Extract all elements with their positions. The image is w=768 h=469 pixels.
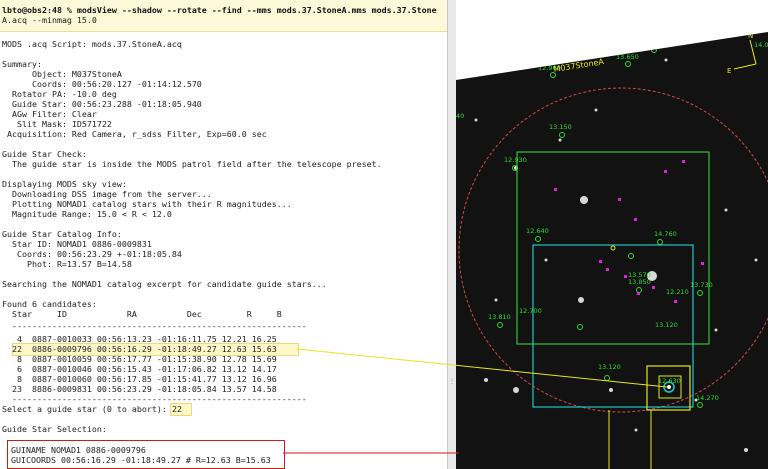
catalog-info-line: Guide Star Catalog Info: [2, 229, 122, 239]
select-prompt: Select a guide star (0 to abort): [2, 404, 172, 414]
summary-line: Rotator PA: -10.0 deg [2, 89, 117, 99]
star [578, 297, 584, 303]
star [558, 138, 562, 142]
selected-guide-star-core [667, 385, 671, 389]
script-line: MODS .acq Script: mods.37.StoneA.acq [2, 39, 182, 49]
mag-label: 13.570 [628, 271, 651, 279]
mag-label: 13.850 [628, 278, 651, 286]
candidate-marker [674, 300, 677, 303]
compass-north-label: N [748, 32, 753, 40]
summary-line: Coords: 00:56:20.127 -01:14:12.570 [2, 79, 202, 89]
candidate-marker [606, 268, 609, 271]
mag-label: 14.760 [654, 230, 677, 238]
result-guicoords: GUICOORDS 00:56:16.29 -01:18:49.27 # R=1… [11, 455, 271, 465]
star [634, 428, 638, 432]
candidate-marker [554, 188, 557, 191]
guide-star-check-header: Guide Star Check: [2, 149, 87, 159]
candidate-marker [634, 218, 637, 221]
summary-line: Acquisition: Red Camera, r_sdss Filter, … [2, 129, 267, 139]
mag-label: 13.650 [616, 53, 639, 61]
star [714, 328, 718, 332]
star [609, 388, 613, 392]
candidate-marker [682, 160, 685, 163]
compass-east-label: E [727, 67, 731, 75]
mag-label: 13.820 [644, 39, 667, 47]
selection-header: Guide Star Selection: [2, 424, 107, 434]
summary-line: AGw Filter: Clear [2, 109, 97, 119]
candidate-marker [701, 262, 704, 265]
star [494, 298, 498, 302]
table-divider: ----------------------------------------… [2, 321, 307, 331]
mag-label: 13.730 [690, 281, 713, 289]
mag-label: 14.270 [696, 394, 719, 402]
mag-label: 12.700 [519, 307, 542, 315]
summary-line: Object: M037StoneA [2, 69, 122, 79]
dss-image [456, 32, 768, 469]
galaxy [580, 196, 588, 204]
sky-view-window[interactable]: 12.960 13.650 13.820 13.150 12.930 12.64… [456, 0, 768, 469]
display-line: Downloading DSS image from the server... [2, 189, 212, 199]
candidate-marker [599, 260, 602, 263]
star [754, 258, 758, 262]
terminal-window[interactable]: lbto@obs2:48 % modsView --shadow --rotat… [0, 0, 447, 469]
guide-star-check-text: The guide star is inside the MODS patrol… [2, 159, 382, 169]
mag-label: 13.120 [655, 321, 678, 329]
catalog-info-line: Coords: 00:56:23.29 +-01:18:05.84 [2, 249, 182, 259]
command-prompt-line-continued: A.acq --minmag 15.0 [2, 15, 97, 25]
candidate-marker [624, 275, 627, 278]
star [484, 378, 488, 382]
divider-grip-icon[interactable]: ⋮ [449, 378, 455, 385]
mag-label: 12.630 [658, 377, 681, 385]
star [594, 108, 598, 112]
mag-label: 40 [456, 112, 464, 120]
mag-label: 12.210 [666, 288, 689, 296]
result-guiname: GUINAME NOMAD1 0886-0009796 [11, 445, 146, 455]
star [744, 448, 748, 452]
mag-label: 13.120 [598, 363, 621, 371]
star [513, 387, 519, 393]
display-line: Plotting NOMAD1 catalog stars with their… [2, 199, 292, 209]
mag-label: 12.930 [504, 156, 527, 164]
candidate-row-selected: 22 0886-0009796 00:56:16.29 -01:18:49.27… [2, 344, 277, 354]
star [544, 258, 548, 262]
candidate-row: 23 8886-0009831 00:56:23.29 -01:18:05.84… [2, 384, 277, 394]
candidate-marker [637, 292, 640, 295]
star [724, 208, 728, 212]
catalog-info-line: Star ID: NOMAD1 0886-0009831 [2, 239, 152, 249]
found-line: Found 6 candidates: [2, 299, 97, 309]
candidate-marker [664, 170, 667, 173]
catalog-info-line: Phot: R=13.57 B=14.58 [2, 259, 132, 269]
search-line: Searching the NOMAD1 catalog excerpt for… [2, 279, 327, 289]
table-header: Star ID RA Dec R B [2, 309, 282, 319]
summary-header: Summary: [2, 59, 42, 69]
star [664, 58, 668, 62]
summary-line: Guide Star: 00:56:23.288 -01:18:05.940 [2, 99, 202, 109]
candidate-row: 8 0887-0010059 00:56:17.77 -01:15:38.90 … [2, 354, 277, 364]
candidate-marker [652, 286, 655, 289]
star [474, 118, 478, 122]
candidate-row: 8 0887-0010060 00:56:17.85 -01:15:41.77 … [2, 374, 277, 384]
candidate-row: 6 0887-0010046 00:56:15.43 -01:17:06.82 … [2, 364, 277, 374]
candidate-marker [618, 198, 621, 201]
mag-label: 13.150 [549, 123, 572, 131]
display-line: Magnitude Range: 15.0 < R < 12.0 [2, 209, 172, 219]
command-prompt-line: lbto@obs2:48 % modsView --shadow --rotat… [2, 5, 437, 15]
table-divider: ----------------------------------------… [2, 394, 307, 404]
summary-line: Slit Mask: ID571722 [2, 119, 112, 129]
select-answer[interactable]: 22 [172, 404, 182, 414]
display-line: Displaying MODS sky view: [2, 179, 127, 189]
mag-label: 14.0 [754, 41, 768, 49]
sky-view-canvas: 12.960 13.650 13.820 13.150 12.930 12.64… [456, 32, 768, 469]
mag-label: 12.640 [526, 227, 549, 235]
candidate-row: 4 0887-0010033 00:56:13.23 -01:16:11.75 … [2, 334, 277, 344]
mag-label: 13.810 [488, 313, 511, 321]
